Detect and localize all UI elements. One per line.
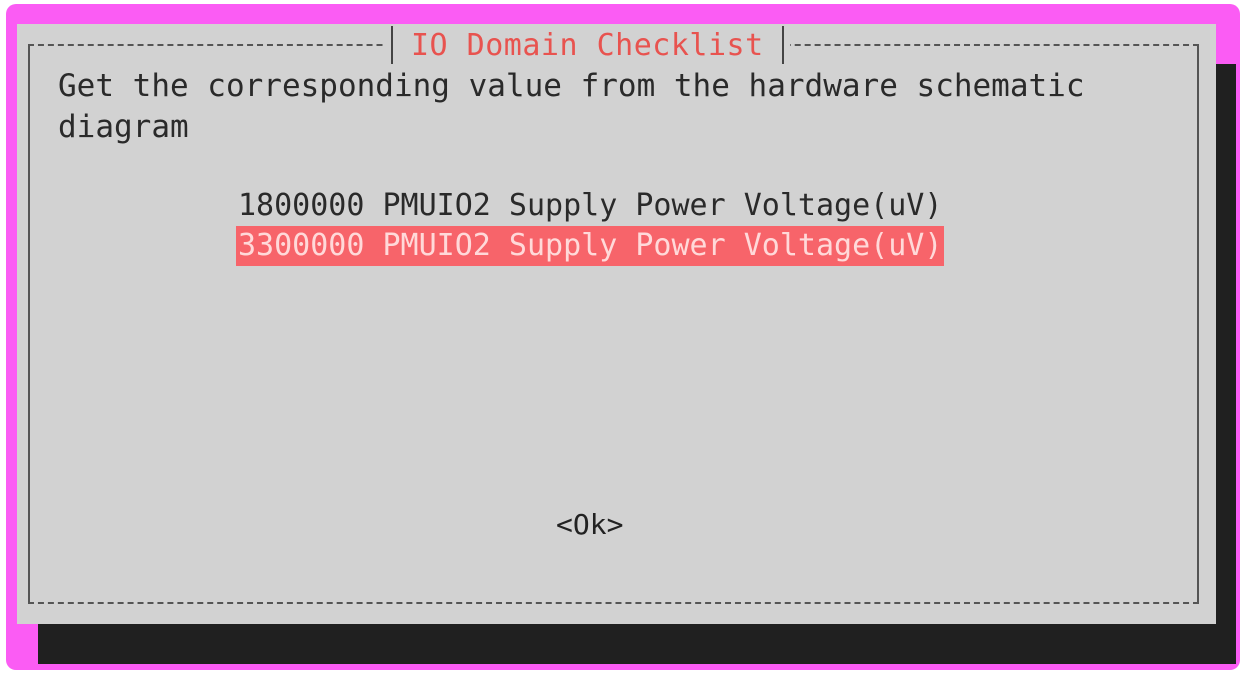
option-1800000[interactable]: 1800000 PMUIO2 Supply Power Voltage(uV) (236, 186, 944, 226)
terminal-screen: IO Domain Checklist Get the correspondin… (0, 0, 1241, 673)
option-list: 1800000 PMUIO2 Supply Power Voltage(uV) … (236, 186, 945, 266)
dialog-title: IO Domain Checklist (411, 27, 764, 63)
dialog-prompt: Get the corresponding value from the har… (58, 68, 1085, 145)
ok-button[interactable]: <Ok> (556, 508, 623, 541)
checklist-dialog: IO Domain Checklist Get the correspondin… (17, 24, 1216, 624)
option-3300000[interactable]: 3300000 PMUIO2 Supply Power Voltage(uV) (236, 226, 945, 266)
dialog-title-bar: IO Domain Checklist (385, 26, 790, 64)
title-right-tee (781, 26, 784, 64)
